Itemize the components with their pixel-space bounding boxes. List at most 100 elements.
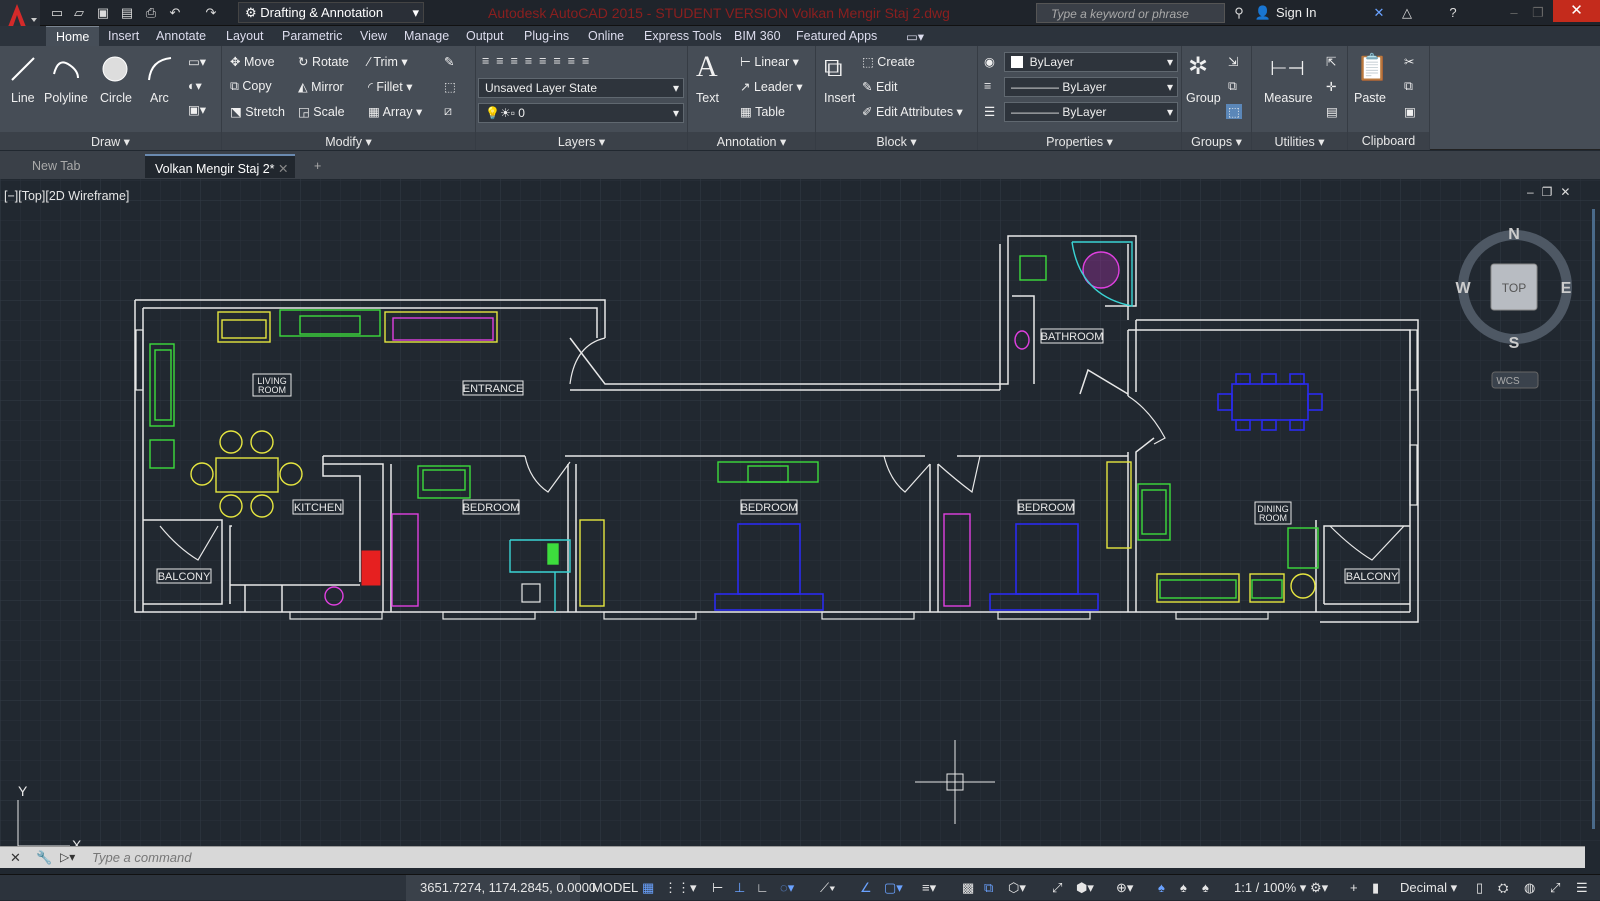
- tab-insert[interactable]: Insert: [98, 26, 149, 46]
- offset-icon[interactable]: ⧄: [444, 104, 452, 119]
- save-as-icon[interactable]: ▤: [118, 4, 136, 21]
- isodraft-icon[interactable]: ⟋▾: [820, 880, 835, 896]
- sign-in-link[interactable]: Sign In: [1276, 5, 1316, 20]
- close-tab-icon[interactable]: ✕: [278, 162, 288, 176]
- redo-icon[interactable]: ↷: [202, 4, 220, 21]
- scale-button[interactable]: ◲ Scale: [298, 104, 345, 119]
- annotation-scale-dropdown[interactable]: 1:1 / 100% ▾: [1234, 880, 1306, 896]
- panel-properties-title[interactable]: Properties ▾: [978, 132, 1181, 150]
- ribbon-toggle-icon[interactable]: ▭▾: [896, 26, 934, 46]
- match-properties-icon[interactable]: ◉: [984, 54, 995, 69]
- tab-drawing[interactable]: Volkan Mengir Staj 2* ✕: [145, 154, 295, 178]
- compass-s[interactable]: S: [1509, 335, 1520, 352]
- transparency-icon[interactable]: ▩: [962, 880, 974, 896]
- save-icon[interactable]: ▣: [94, 4, 112, 21]
- trim-button[interactable]: ⁄ Trim ▾: [368, 54, 408, 69]
- infer-constraints-icon[interactable]: ⊢: [712, 880, 723, 896]
- user-icon[interactable]: 👤: [1254, 4, 1272, 21]
- copy-button[interactable]: ⧉ Copy: [230, 79, 272, 94]
- isolate-objects-icon[interactable]: ◍: [1524, 880, 1535, 896]
- calculator-icon[interactable]: ▤: [1326, 104, 1338, 119]
- panel-annotation-title[interactable]: Annotation ▾: [688, 132, 815, 150]
- selection-cycling-icon[interactable]: ⧉: [984, 880, 993, 896]
- region-icon[interactable]: ▣▾: [188, 102, 206, 117]
- close-command-icon[interactable]: ✕: [10, 850, 21, 866]
- line-button[interactable]: Line: [11, 91, 35, 105]
- wrench-icon[interactable]: 🔧: [36, 850, 52, 866]
- annotation-monitor-icon[interactable]: +: [1350, 880, 1358, 895]
- tab-featured-apps[interactable]: Featured Apps: [786, 26, 887, 46]
- snap-icon[interactable]: ⋮⋮▾: [664, 880, 697, 896]
- tab-express-tools[interactable]: Express Tools: [634, 26, 732, 46]
- tab-annotate[interactable]: Annotate: [146, 26, 216, 46]
- search-input[interactable]: Type a keyword or phrase: [1036, 3, 1225, 23]
- customization-icon[interactable]: ☰: [1576, 880, 1588, 896]
- layer-dropdown[interactable]: 💡☀▫ 0 ▾: [478, 103, 684, 123]
- close-window-button[interactable]: ✕: [1553, 0, 1600, 22]
- group-select-icon[interactable]: ⬚: [1226, 104, 1242, 119]
- wcs-dropdown[interactable]: WCS: [1496, 376, 1520, 387]
- object-snap-icon[interactable]: ▢▾: [884, 880, 903, 896]
- hatch-icon[interactable]: ◐▾: [188, 78, 202, 93]
- color-dropdown[interactable]: ByLayer ▾: [1004, 52, 1178, 72]
- panel-block-title[interactable]: Block ▾: [816, 132, 977, 150]
- grid-icon[interactable]: ▦: [642, 880, 654, 896]
- create-block-button[interactable]: ⬚ Create: [862, 54, 915, 69]
- panel-clipboard-title[interactable]: Clipboard: [1348, 132, 1429, 150]
- move-button[interactable]: ✥ Move: [230, 54, 275, 69]
- tab-parametric[interactable]: Parametric: [272, 26, 352, 46]
- model-space-toggle[interactable]: MODEL: [592, 880, 638, 895]
- binoculars-icon[interactable]: ⚲: [1230, 4, 1248, 21]
- workspace-dropdown[interactable]: ⚙ Drafting & Annotation ▾: [238, 2, 424, 23]
- panel-modify-title[interactable]: Modify ▾: [222, 132, 475, 150]
- tab-bim-360[interactable]: BIM 360: [724, 26, 791, 46]
- quick-properties-icon[interactable]: ▯: [1476, 880, 1483, 896]
- group-button[interactable]: Group: [1186, 91, 1221, 105]
- linetype-icon[interactable]: ☰: [984, 104, 995, 119]
- tab-new-tab[interactable]: New Tab: [22, 154, 142, 178]
- gizmo-icon[interactable]: ⊕▾: [1116, 880, 1133, 896]
- compass-n[interactable]: N: [1508, 226, 1520, 243]
- new-icon[interactable]: ▭: [48, 4, 66, 21]
- fillet-button[interactable]: ◜ Fillet ▾: [368, 79, 412, 94]
- workspace-switch-icon[interactable]: ⚙▾: [1310, 880, 1328, 896]
- lineweight-dropdown[interactable]: ———— ByLayer ▾: [1004, 102, 1178, 122]
- linetype-dropdown[interactable]: ———— ByLayer ▾: [1004, 77, 1178, 97]
- layer-state-dropdown[interactable]: Unsaved Layer State ▾: [478, 78, 684, 98]
- object-snap-tracking-icon[interactable]: ∠: [860, 880, 872, 896]
- mirror-button[interactable]: ◭ Mirror: [298, 79, 344, 94]
- tab-plug-ins[interactable]: Plug-ins: [514, 26, 579, 46]
- ungroup-icon[interactable]: ⇲: [1228, 54, 1238, 69]
- cut-icon[interactable]: ✂: [1404, 54, 1414, 69]
- quick-select-icon[interactable]: ⇱: [1326, 54, 1336, 69]
- stretch-button[interactable]: ⬔ Stretch: [230, 104, 285, 119]
- clean-screen-icon[interactable]: ⤢: [1550, 880, 1560, 896]
- minimize-icon[interactable]: –: [1505, 4, 1523, 21]
- compass-e[interactable]: E: [1561, 280, 1572, 297]
- annotation-scale-icon[interactable]: ♠: [1202, 880, 1209, 895]
- command-input[interactable]: Type a command: [92, 850, 191, 865]
- restore-icon[interactable]: ❐: [1529, 4, 1547, 21]
- units-dropdown[interactable]: Decimal ▾: [1400, 880, 1457, 896]
- insert-button[interactable]: Insert: [824, 91, 855, 105]
- viewcube-top[interactable]: TOP: [1502, 281, 1526, 295]
- command-prompt-icon[interactable]: ▷▾: [60, 850, 75, 864]
- rectangle-icon[interactable]: ▭▾: [188, 54, 206, 69]
- panel-groups-title[interactable]: Groups ▾: [1182, 132, 1251, 150]
- copy-base-icon[interactable]: ▣: [1404, 104, 1416, 119]
- layer-tools-icon[interactable]: ≡≡≡≡≡≡≡≡: [482, 54, 596, 68]
- help-icon[interactable]: ?: [1444, 4, 1462, 21]
- lineweight-toggle-icon[interactable]: ≡▾: [922, 880, 936, 896]
- tab-output[interactable]: Output: [456, 26, 514, 46]
- lineweight-icon[interactable]: ≡: [984, 79, 991, 93]
- array-button[interactable]: ▦ Array ▾: [368, 104, 422, 119]
- edit-attributes-button[interactable]: ✐ Edit Attributes ▾: [862, 104, 963, 119]
- polar-tracking-icon[interactable]: ◌▾: [780, 880, 794, 896]
- selection-filter-icon[interactable]: ⬢▾: [1076, 880, 1094, 896]
- text-button[interactable]: Text: [696, 91, 719, 105]
- erase-icon[interactable]: ✎: [444, 54, 454, 69]
- point-icon[interactable]: ✛: [1326, 79, 1336, 94]
- panel-layers-title[interactable]: Layers ▾: [476, 132, 687, 150]
- ortho-icon[interactable]: ∟: [756, 880, 769, 895]
- drawing-svg[interactable]: LIVING ROOM ENTRANCE KITCHEN BEDROOM BED…: [0, 179, 1600, 855]
